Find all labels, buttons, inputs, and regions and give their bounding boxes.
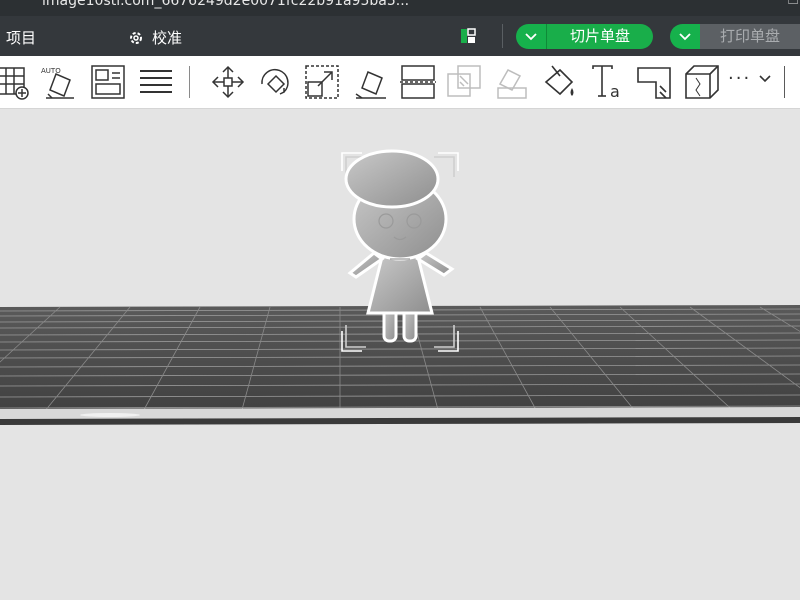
chevron-down-icon bbox=[679, 32, 691, 40]
build-plate-scene bbox=[0, 149, 800, 425]
support-painting-icon[interactable] bbox=[494, 64, 530, 100]
assembly-box-icon[interactable] bbox=[684, 64, 720, 100]
toolbar-divider bbox=[784, 66, 785, 98]
lay-on-face-icon[interactable] bbox=[352, 64, 388, 100]
file-name: image10stl.com_6676249d2e0071fc22b91a95b… bbox=[42, 0, 410, 9]
layers-list-icon[interactable] bbox=[138, 64, 174, 100]
measure-icon[interactable] bbox=[636, 64, 672, 100]
boolean-icon[interactable] bbox=[446, 64, 482, 100]
slice-plate-button[interactable]: 切片单盘 bbox=[546, 24, 653, 49]
text-icon[interactable]: a bbox=[590, 64, 626, 101]
print-dropdown-button[interactable] bbox=[670, 24, 700, 49]
more-tools-button[interactable]: ··· bbox=[728, 68, 771, 89]
more-label: ··· bbox=[728, 68, 752, 89]
window-title-bar: image10stl.com_6676249d2e0071fc22b91a95b… bbox=[0, 0, 800, 16]
toolbar-divider bbox=[189, 66, 190, 98]
main-header: 项目 校准 切片单盘 打印单盘 bbox=[0, 16, 800, 56]
color-paint-icon[interactable] bbox=[542, 64, 578, 100]
add-plate-grid-icon[interactable] bbox=[0, 64, 32, 100]
slice-dropdown-button[interactable] bbox=[516, 24, 546, 49]
gear-icon bbox=[130, 31, 142, 44]
print-plate-button[interactable]: 打印单盘 bbox=[700, 24, 800, 49]
move-icon[interactable] bbox=[210, 64, 246, 100]
layout-toggle-icon[interactable] bbox=[460, 28, 476, 44]
chevron-down-icon bbox=[759, 75, 771, 83]
split-icon[interactable] bbox=[400, 64, 436, 100]
menu-calibration-label: 校准 bbox=[152, 29, 183, 47]
window-control-icon[interactable]: ⏍ bbox=[788, 0, 798, 8]
chevron-down-icon bbox=[525, 32, 537, 40]
svg-text:a: a bbox=[610, 82, 620, 100]
toolbar: AUTO a ··· bbox=[0, 56, 800, 109]
auto-orient-icon[interactable]: AUTO bbox=[40, 64, 76, 100]
arrange-icon[interactable] bbox=[90, 64, 126, 100]
rotate-icon[interactable] bbox=[256, 64, 292, 100]
auto-label: AUTO bbox=[41, 67, 61, 75]
build-plate bbox=[0, 305, 800, 425]
header-divider bbox=[502, 24, 503, 48]
3d-viewport[interactable] bbox=[0, 109, 800, 600]
menu-project[interactable]: 项目 bbox=[6, 27, 36, 48]
scale-icon[interactable] bbox=[304, 64, 340, 100]
menu-calibration[interactable]: 校准 bbox=[128, 27, 182, 48]
